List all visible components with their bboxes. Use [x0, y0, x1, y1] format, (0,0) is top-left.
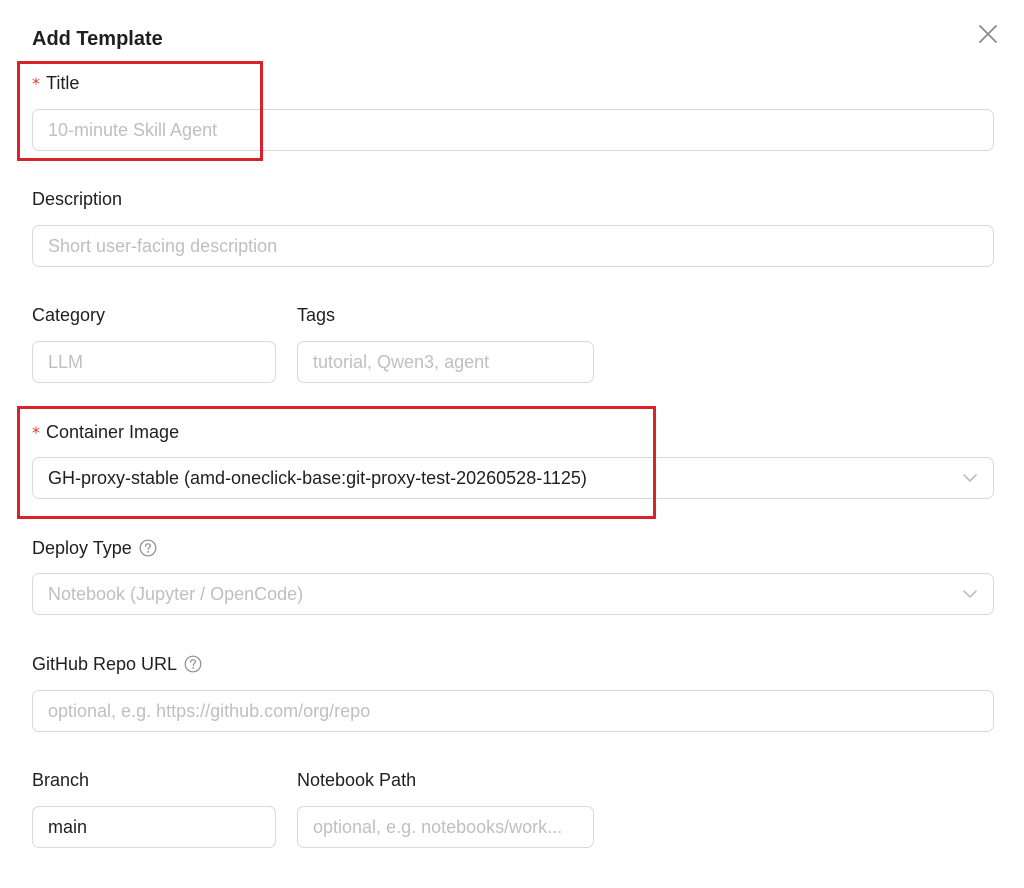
tags-input[interactable] [297, 341, 594, 383]
close-icon [979, 25, 997, 43]
description-input[interactable] [32, 225, 994, 267]
description-label-text: Description [32, 188, 123, 209]
chevron-down-icon [962, 586, 978, 602]
github-repo-url-label: GitHub Repo URL [32, 652, 202, 676]
required-mark: * [32, 73, 40, 93]
tags-label: Tags [297, 303, 335, 327]
category-label: Category [32, 303, 105, 327]
container-image-label: * Container Image [32, 420, 179, 444]
container-image-label-text: Container Image [46, 421, 180, 442]
category-input[interactable] [32, 341, 276, 383]
container-image-select[interactable]: GH-proxy-stable (amd-oneclick-base:git-p… [32, 457, 994, 499]
question-circle-icon[interactable] [139, 539, 157, 557]
title-label: * Title [32, 71, 79, 95]
description-label: Description [32, 187, 122, 211]
branch-label-text: Branch [32, 769, 90, 790]
branch-label: Branch [32, 768, 89, 792]
deploy-type-label-text: Deploy Type [32, 537, 132, 558]
github-repo-url-label-text: GitHub Repo URL [32, 653, 178, 674]
container-image-value: GH-proxy-stable (amd-oneclick-base:git-p… [48, 467, 587, 488]
notebook-path-label-text: Notebook Path [297, 769, 417, 790]
title-label-text: Title [46, 72, 80, 93]
add-template-dialog: Add Template * Title Description Categor… [0, 0, 1024, 888]
chevron-down-icon [962, 470, 978, 486]
branch-input[interactable] [32, 806, 276, 848]
notebook-path-label: Notebook Path [297, 768, 416, 792]
required-mark: * [32, 422, 40, 442]
question-circle-icon[interactable] [184, 655, 202, 673]
deploy-type-placeholder: Notebook (Jupyter / OpenCode) [48, 583, 304, 604]
close-button[interactable] [976, 22, 1000, 46]
deploy-type-label: Deploy Type [32, 536, 157, 560]
github-repo-url-input[interactable] [32, 690, 994, 732]
title-input[interactable] [32, 109, 994, 151]
deploy-type-select[interactable]: Notebook (Jupyter / OpenCode) [32, 573, 994, 615]
dialog-title: Add Template [32, 28, 163, 50]
tags-label-text: Tags [297, 304, 336, 325]
notebook-path-input[interactable] [297, 806, 594, 848]
category-label-text: Category [32, 304, 106, 325]
